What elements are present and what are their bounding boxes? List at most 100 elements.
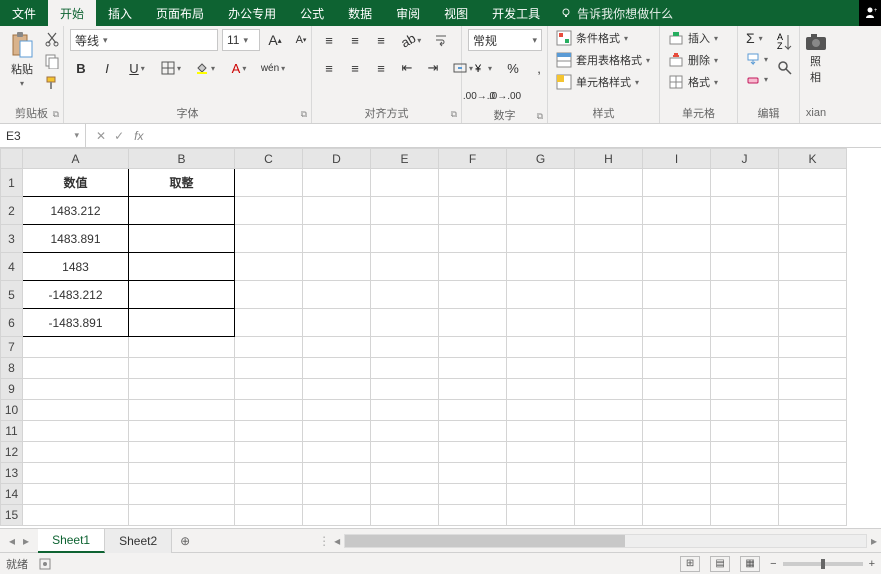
cell[interactable] — [779, 225, 847, 253]
cell[interactable] — [779, 463, 847, 484]
number-format-dropdown[interactable]: 常规▾ — [468, 29, 542, 51]
cell[interactable] — [439, 463, 507, 484]
cell[interactable] — [23, 484, 129, 505]
row-header[interactable]: 7 — [1, 337, 23, 358]
cell[interactable] — [643, 379, 711, 400]
cell[interactable] — [507, 400, 575, 421]
col-header-h[interactable]: H — [575, 149, 643, 169]
cell[interactable] — [439, 337, 507, 358]
col-header-f[interactable]: F — [439, 149, 507, 169]
tab-split-handle[interactable]: ⋮ — [318, 534, 330, 548]
cell[interactable] — [23, 421, 129, 442]
row-header[interactable]: 14 — [1, 484, 23, 505]
tab-formula[interactable]: 公式 — [288, 0, 336, 26]
font-name-dropdown[interactable]: 等线▾ — [70, 29, 218, 51]
cell[interactable] — [643, 400, 711, 421]
tab-home[interactable]: 开始 — [48, 0, 96, 26]
cell[interactable] — [303, 358, 371, 379]
cell[interactable] — [711, 484, 779, 505]
cell[interactable] — [779, 505, 847, 526]
sheet-nav-prev[interactable]: ◂ — [6, 534, 18, 548]
cell[interactable] — [129, 225, 235, 253]
align-middle-button[interactable]: ≡ — [344, 29, 366, 51]
cell[interactable] — [507, 505, 575, 526]
tell-me[interactable]: 告诉我你想做什么 — [560, 5, 673, 22]
decrease-font-button[interactable]: A▾ — [290, 29, 312, 51]
cell[interactable] — [23, 358, 129, 379]
fill-color-button[interactable]: ▾ — [190, 57, 220, 79]
cell[interactable] — [371, 337, 439, 358]
cell[interactable] — [779, 379, 847, 400]
cell[interactable] — [235, 225, 303, 253]
cell[interactable] — [235, 463, 303, 484]
cell[interactable] — [779, 484, 847, 505]
cell[interactable] — [129, 400, 235, 421]
cell[interactable] — [439, 358, 507, 379]
cell[interactable] — [643, 358, 711, 379]
cell[interactable] — [129, 253, 235, 281]
cell[interactable] — [23, 505, 129, 526]
cell[interactable] — [235, 309, 303, 337]
comma-button[interactable]: , — [528, 57, 550, 79]
cell[interactable] — [779, 197, 847, 225]
accounting-format-button[interactable]: ¥▾ — [468, 57, 498, 79]
cell[interactable] — [507, 379, 575, 400]
cell[interactable] — [507, 253, 575, 281]
cell[interactable] — [303, 197, 371, 225]
wrap-text-button[interactable] — [430, 29, 452, 51]
format-painter-icon[interactable] — [44, 75, 60, 91]
align-top-button[interactable]: ≡ — [318, 29, 340, 51]
cell[interactable] — [303, 253, 371, 281]
tab-file[interactable]: 文件 — [0, 0, 48, 26]
cell[interactable] — [779, 400, 847, 421]
row-header[interactable]: 1 — [1, 169, 23, 197]
row-header[interactable]: 5 — [1, 281, 23, 309]
bold-button[interactable]: B — [70, 57, 92, 79]
cell[interactable] — [779, 281, 847, 309]
cell[interactable] — [129, 379, 235, 400]
cell[interactable] — [711, 505, 779, 526]
cell[interactable] — [575, 309, 643, 337]
orientation-button[interactable]: ab▾ — [396, 29, 426, 51]
row-header[interactable]: 3 — [1, 225, 23, 253]
cell[interactable] — [129, 337, 235, 358]
cell[interactable] — [643, 197, 711, 225]
cell[interactable] — [643, 281, 711, 309]
clipboard-dialog-launcher[interactable]: ⧉ — [53, 109, 59, 120]
cell[interactable] — [235, 400, 303, 421]
cell[interactable] — [643, 169, 711, 197]
align-left-button[interactable]: ≡ — [318, 57, 340, 79]
macro-record-icon[interactable] — [38, 557, 52, 571]
share-button[interactable]: + — [859, 0, 881, 26]
scroll-thumb[interactable] — [345, 535, 625, 547]
cell[interactable] — [779, 442, 847, 463]
cell[interactable] — [711, 309, 779, 337]
cell[interactable] — [507, 197, 575, 225]
normal-view-button[interactable]: ⊞ — [680, 556, 700, 572]
cell[interactable] — [23, 442, 129, 463]
tab-view[interactable]: 视图 — [432, 0, 480, 26]
cell[interactable] — [371, 309, 439, 337]
cell[interactable]: 取整 — [129, 169, 235, 197]
cell[interactable] — [439, 225, 507, 253]
row-header[interactable]: 2 — [1, 197, 23, 225]
cell[interactable] — [303, 400, 371, 421]
select-all-corner[interactable] — [1, 149, 23, 169]
cell[interactable] — [779, 169, 847, 197]
cell[interactable] — [23, 379, 129, 400]
cell[interactable] — [575, 505, 643, 526]
row-header[interactable]: 11 — [1, 421, 23, 442]
cell[interactable] — [575, 358, 643, 379]
cell[interactable] — [575, 225, 643, 253]
cell[interactable]: 数值 — [23, 169, 129, 197]
zoom-out-button[interactable]: − — [770, 558, 776, 570]
cell[interactable] — [303, 169, 371, 197]
cell[interactable] — [303, 337, 371, 358]
percent-button[interactable]: % — [502, 57, 524, 79]
cell[interactable] — [371, 169, 439, 197]
sheet-tab-2[interactable]: Sheet2 — [105, 529, 172, 553]
cell[interactable] — [303, 421, 371, 442]
cell[interactable] — [235, 358, 303, 379]
cell[interactable] — [371, 400, 439, 421]
cell[interactable] — [643, 421, 711, 442]
